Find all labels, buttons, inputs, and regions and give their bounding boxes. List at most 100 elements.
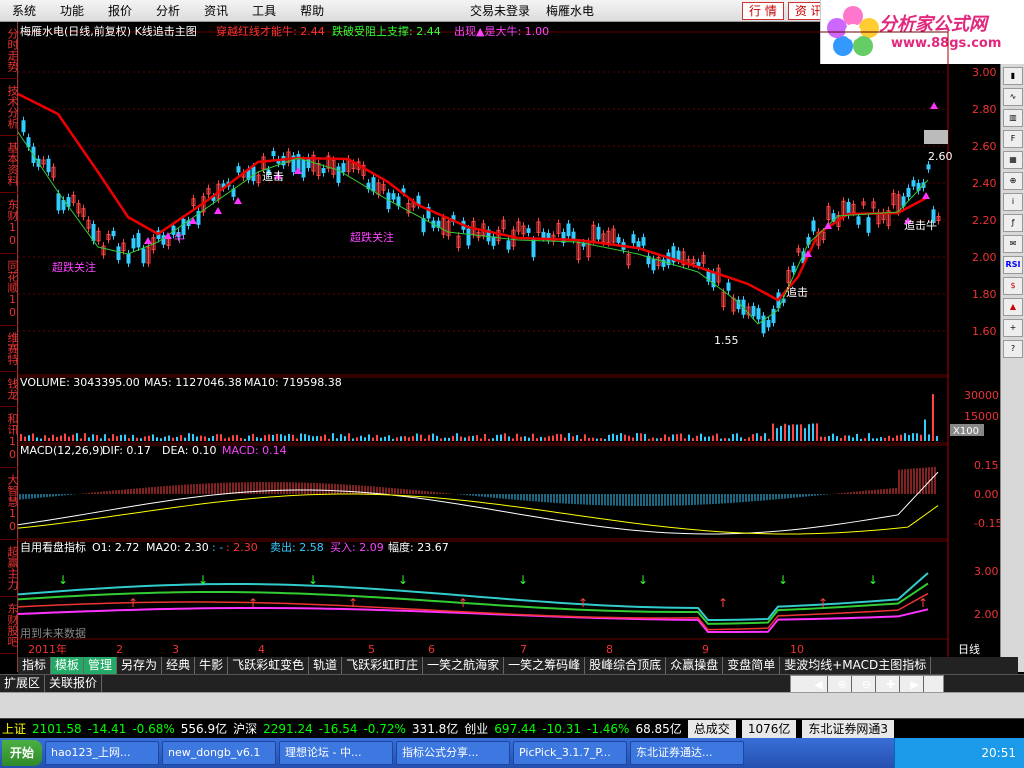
toolbar-zoom-icon[interactable]: ⊕ bbox=[1003, 172, 1023, 190]
toolbar-chart-icon[interactable]: ▮ bbox=[1003, 67, 1023, 85]
zy-title: 自用看盘指标 bbox=[20, 540, 86, 554]
volume-bar bbox=[564, 437, 566, 441]
cross-icon[interactable]: ✚ bbox=[882, 675, 901, 693]
price-highlight bbox=[924, 130, 948, 144]
price-axis: 3.00 2.80 2.60 2.40 2.20 2.00 1.80 1.60 bbox=[972, 66, 997, 338]
volume-bar bbox=[848, 435, 850, 441]
tab-rainbow[interactable]: 飞跃彩虹变色 bbox=[228, 657, 310, 674]
stock-chart[interactable]: ↓ ↑ ↓ ↑ ↓ ↑ ↓ ↑ ↓ ↑ ↓ ↑ ↓ ↑ ↓ ↑ 梅雁水电(日线,前复权) K线追击主图 穿越红… bbox=[18, 22, 1000, 658]
tab-related-quote[interactable]: 关联报价 bbox=[45, 675, 103, 692]
volume-bar bbox=[152, 434, 154, 441]
sidebar-item-timeshare[interactable]: 分时走势 bbox=[0, 22, 19, 79]
sidebar-item-basic[interactable]: 基本资料 bbox=[0, 136, 19, 193]
left-sidebar: 分时走势 技术分析 基本资料 东财10 同花顺10 维赛特 钱龙 和讯10 大智… bbox=[0, 22, 19, 672]
volume-bar bbox=[836, 436, 838, 441]
zy-arrow: ↑ bbox=[248, 596, 258, 610]
tab-change-simple[interactable]: 变盘简单 bbox=[723, 657, 781, 674]
taskbar-item[interactable]: hao123_上网... bbox=[45, 741, 160, 765]
tab-track[interactable]: 轨道 bbox=[309, 657, 343, 674]
zy-arrow: ↑ bbox=[578, 596, 588, 610]
sz-change: -16.54 bbox=[318, 721, 358, 736]
tab-top-bottom[interactable]: 股峰综合顶底 bbox=[585, 657, 667, 674]
taskbar-item[interactable]: 理想论坛 - 中... bbox=[279, 741, 394, 765]
sidebar-item-guba[interactable]: 东财股吧 bbox=[0, 597, 19, 654]
quote-button[interactable]: 行 情 bbox=[742, 1, 784, 20]
volume-bar bbox=[804, 428, 806, 441]
taskbar-item[interactable]: PicPick_3.1.7_P... bbox=[513, 741, 628, 765]
toolbar-mail-icon[interactable]: ✉ bbox=[1003, 235, 1023, 253]
toolbar-line-icon[interactable]: ∿ bbox=[1003, 88, 1023, 106]
toolbar-dollar-icon[interactable]: $ bbox=[1003, 277, 1023, 295]
toolbar-rsi-button[interactable]: RSI bbox=[1003, 256, 1023, 274]
menu-system[interactable]: 系统 bbox=[0, 2, 48, 19]
volume-bar bbox=[288, 433, 290, 441]
prev-icon[interactable]: ◀ bbox=[810, 675, 828, 693]
volume-bar bbox=[272, 434, 274, 441]
volume-bar bbox=[516, 433, 518, 441]
menu-analysis[interactable]: 分析 bbox=[144, 2, 192, 19]
volume-bar bbox=[184, 437, 186, 441]
toolbar-grid-icon[interactable]: ▦ bbox=[1003, 151, 1023, 169]
tab-extension[interactable]: 扩展区 bbox=[0, 675, 46, 692]
sidebar-item-tonghuashun[interactable]: 同花顺10 bbox=[0, 254, 19, 326]
sidebar-item-technical[interactable]: 技术分析 bbox=[0, 79, 19, 136]
volume-bar bbox=[248, 435, 250, 441]
sidebar-item-weisaite[interactable]: 维赛特 bbox=[0, 326, 19, 372]
volume-bar bbox=[360, 435, 362, 441]
volume-bar bbox=[928, 434, 930, 441]
taskbar-item[interactable]: 东北证券通达... bbox=[630, 741, 745, 765]
volume-bar bbox=[552, 435, 554, 441]
toolbar-up-icon[interactable]: ▲ bbox=[1003, 298, 1023, 316]
sidebar-item-qianlong[interactable]: 钱龙 bbox=[0, 372, 19, 407]
tab-template[interactable]: 模板 bbox=[51, 657, 85, 674]
tab-manage[interactable]: 管理 bbox=[84, 657, 118, 674]
system-tray: 20:51 bbox=[894, 738, 1024, 768]
tab-indicator[interactable]: 指标 bbox=[18, 657, 52, 674]
zoom-out-icon[interactable]: ⊖ bbox=[858, 675, 877, 693]
sidebar-item-dazhihui[interactable]: 大智慧10 bbox=[0, 468, 19, 540]
taskbar-item[interactable]: 指标公式分享... bbox=[396, 741, 511, 765]
sidebar-item-chaoying[interactable]: 超赢主力 bbox=[0, 540, 19, 597]
sidebar-item-dongcai[interactable]: 东财10 bbox=[0, 193, 19, 254]
taskbar-item[interactable]: new_dongb_v6.1 bbox=[162, 741, 277, 765]
toolbar-help-icon[interactable]: ? bbox=[1003, 340, 1023, 358]
volume-bar bbox=[84, 433, 86, 441]
next-icon[interactable]: ▶ bbox=[906, 675, 924, 693]
tab-rainbow-watch[interactable]: 飞跃彩虹盯庄 bbox=[342, 657, 424, 674]
volume-bar bbox=[496, 434, 498, 441]
volume-bar bbox=[328, 438, 330, 441]
tab-classic[interactable]: 经典 bbox=[162, 657, 196, 674]
tab-niuying[interactable]: 牛影 bbox=[195, 657, 229, 674]
volume-bar bbox=[380, 437, 382, 441]
volume-bar bbox=[912, 433, 914, 441]
month-label: 5 bbox=[368, 643, 375, 656]
toolbar-bar-icon[interactable]: ▥ bbox=[1003, 109, 1023, 127]
volume-bar bbox=[724, 438, 726, 441]
toolbar-info-icon[interactable]: i bbox=[1003, 193, 1023, 211]
menu-quote[interactable]: 报价 bbox=[96, 2, 144, 19]
macd-tick: -0.15 bbox=[974, 517, 1000, 530]
menu-function[interactable]: 功能 bbox=[48, 2, 96, 19]
tab-zhongying[interactable]: 众赢操盘 bbox=[666, 657, 724, 674]
volume-bar bbox=[512, 438, 514, 441]
toolbar-fx-icon[interactable]: ƒ bbox=[1003, 214, 1023, 232]
menu-info[interactable]: 资讯 bbox=[192, 2, 240, 19]
volume-bar bbox=[684, 438, 686, 441]
tab-chip-peak[interactable]: 一笑之筹码峰 bbox=[504, 657, 586, 674]
zy-amp: 幅度: 23.67 bbox=[388, 540, 449, 554]
toolbar-f10-icon[interactable]: F bbox=[1003, 130, 1023, 148]
zy-nofuture: 用到未来数据 bbox=[20, 626, 86, 640]
volume-bar bbox=[780, 425, 782, 441]
tab-save-as[interactable]: 另存为 bbox=[117, 657, 163, 674]
volume-bar bbox=[756, 433, 758, 441]
start-button[interactable]: 开始 bbox=[2, 740, 43, 766]
menu-tools[interactable]: 工具 bbox=[240, 2, 288, 19]
sidebar-item-hexun[interactable]: 和讯10 bbox=[0, 407, 19, 468]
zy-arrow: ↓ bbox=[518, 573, 528, 587]
tab-navigator[interactable]: 一笑之航海家 bbox=[423, 657, 505, 674]
volume-bar bbox=[612, 433, 614, 441]
zoom-in-icon[interactable]: ⊕ bbox=[834, 675, 852, 693]
menu-help[interactable]: 帮助 bbox=[288, 2, 336, 19]
toolbar-plus-icon[interactable]: + bbox=[1003, 319, 1023, 337]
tab-fibonacci[interactable]: 斐波均线+MACD主图指标 bbox=[780, 657, 932, 674]
